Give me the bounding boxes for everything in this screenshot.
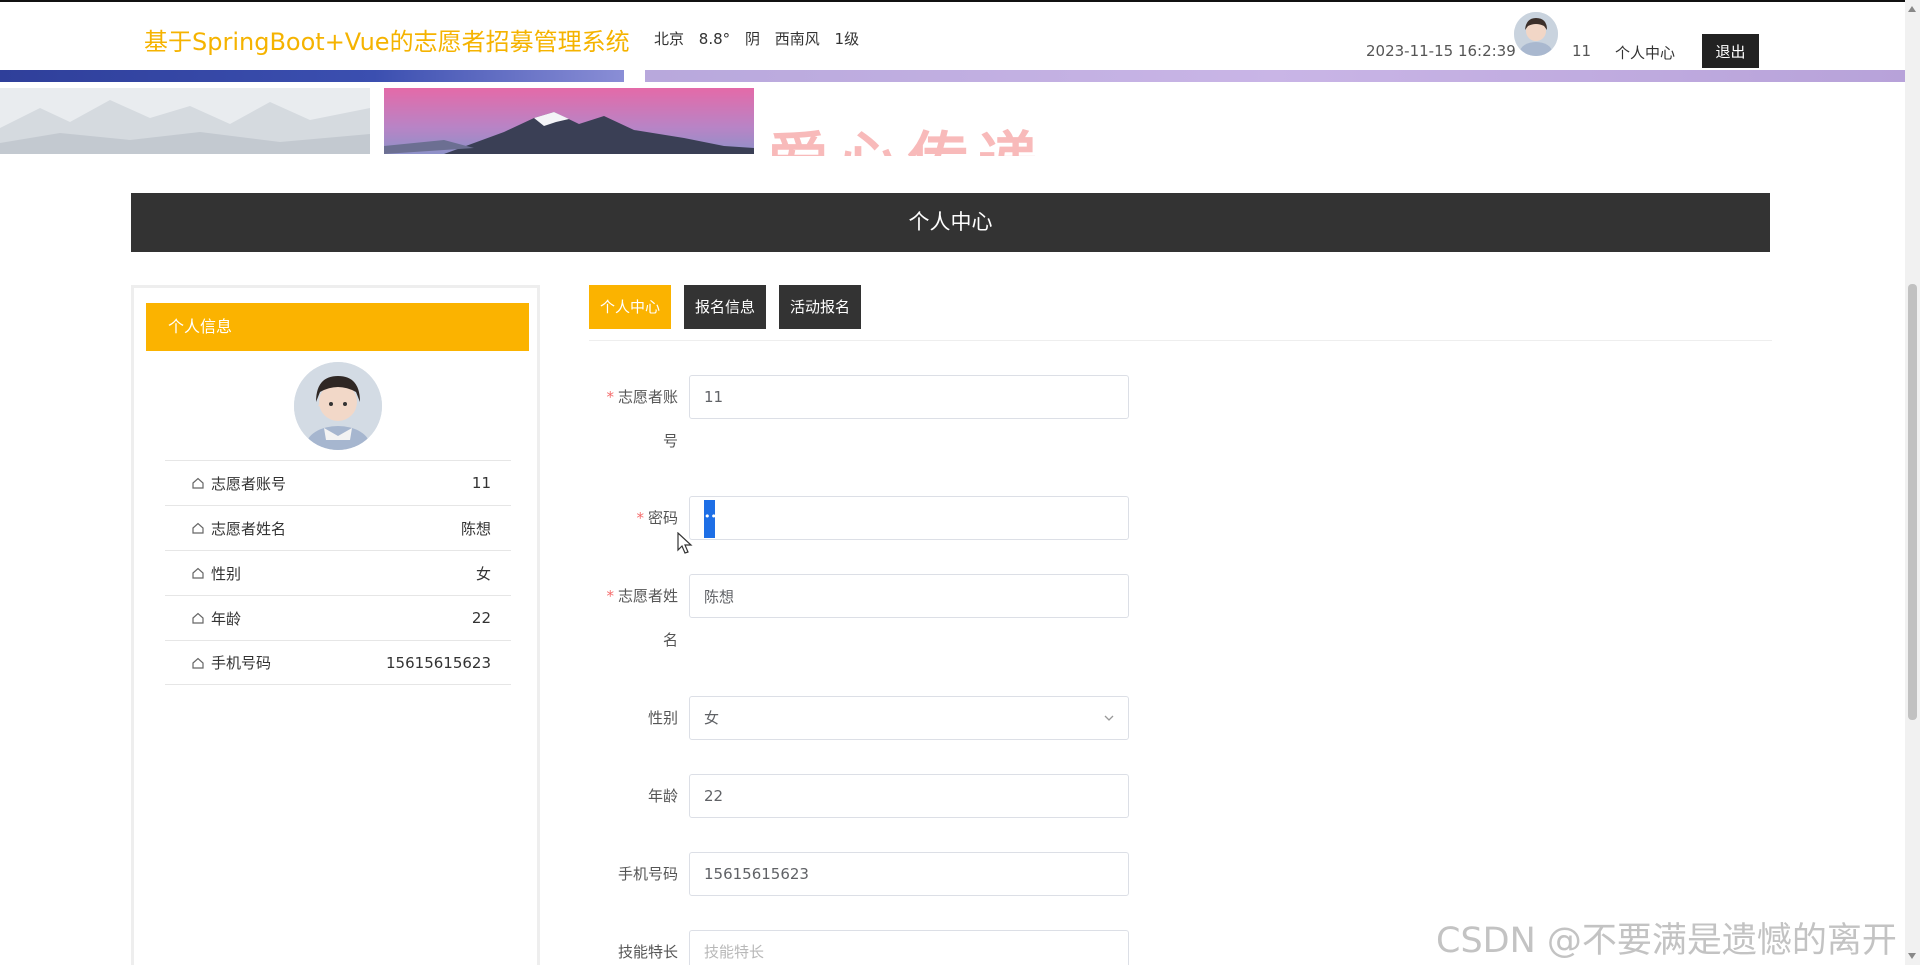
skills-label: 技能特长 [617, 943, 678, 961]
chevron-down-icon [1104, 715, 1114, 721]
age-label: 年龄 [647, 787, 678, 805]
profile-avatar-image [294, 362, 382, 450]
account-label: * 志愿者账 [568, 375, 678, 419]
weather-condition: 阴 [744, 30, 760, 48]
weather-city: 北京 [654, 30, 685, 48]
account-label-line2: 号 [662, 432, 678, 450]
info-value-name: 陈想 [460, 519, 491, 538]
name-label: * 志愿者姓 [568, 574, 678, 618]
info-value-gender: 女 [475, 564, 491, 583]
weather-widget: 北京 8.8° 阴 西南风 1级 [654, 28, 869, 49]
avatar-image [1514, 12, 1558, 56]
required-mark: * [636, 509, 644, 527]
scroll-up-arrow-icon[interactable] [1908, 6, 1916, 12]
banner: 爱心传递 [0, 84, 1905, 156]
required-mark: * [606, 587, 614, 605]
info-row-gender: 性别 女 [165, 550, 511, 595]
profile-panel: 个人信息 志愿者账号 11 志愿者姓名 陈想 性别 女 年龄 22 手机号码 1… [131, 285, 540, 965]
gender-select[interactable]: 女 [689, 696, 1129, 740]
info-label-name-text: 志愿者姓名 [211, 519, 287, 538]
info-label-phone-text: 手机号码 [211, 654, 272, 672]
info-row-phone: 手机号码 15615615623 [165, 640, 511, 685]
gender-label: 性别 [647, 709, 678, 727]
banner-image-pink-mountain [384, 88, 754, 154]
weather-level: 1级 [834, 30, 860, 48]
password-label: * 密码 [568, 496, 678, 540]
site-title[interactable]: 基于SpringBoot+Vue的志愿者招募管理系统 [144, 22, 630, 57]
profile-avatar [294, 362, 382, 450]
home-icon [192, 612, 204, 624]
info-label-age: 年龄 [191, 608, 241, 629]
weather-wind: 西南风 [774, 30, 820, 48]
section-title: 个人中心 [131, 193, 1770, 252]
personal-center-link[interactable]: 个人中心 [1615, 42, 1675, 63]
scrollbar-thumb[interactable] [1908, 284, 1917, 720]
profile-info-list: 志愿者账号 11 志愿者姓名 陈想 性别 女 年龄 22 手机号码 156156… [165, 460, 511, 685]
scroll-down-arrow-icon[interactable] [1908, 953, 1916, 959]
home-icon [192, 522, 204, 534]
name-label-text: 志愿者姓 [617, 587, 678, 605]
password-selection: •• [704, 500, 717, 538]
name-input[interactable] [689, 574, 1129, 618]
home-icon [192, 477, 204, 489]
account-input[interactable] [689, 375, 1129, 419]
weather-temperature: 8.8° [698, 30, 731, 48]
phone-input[interactable] [689, 852, 1129, 896]
home-icon [192, 657, 204, 669]
info-label-account-text: 志愿者账号 [211, 474, 287, 493]
vertical-scrollbar[interactable] [1905, 0, 1920, 965]
info-label-age-text: 年龄 [211, 609, 242, 628]
info-label-name: 志愿者姓名 [191, 518, 286, 539]
account-label-text: 志愿者账 [617, 388, 678, 406]
info-label-phone: 手机号码 [191, 652, 271, 673]
info-row-name: 志愿者姓名 陈想 [165, 505, 511, 550]
banner-slogan: 爱心传递 [768, 112, 1048, 156]
tab-activity-signup[interactable]: 活动报名 [779, 285, 862, 329]
username: 11 [1572, 42, 1592, 60]
mouse-pointer-icon [677, 532, 693, 554]
header: 基于SpringBoot+Vue的志愿者招募管理系统 北京 8.8° 阴 西南风… [0, 2, 1905, 70]
info-value-phone: 15615615623 [386, 653, 491, 672]
current-datetime: 2023-11-15 16:2:39 [1366, 42, 1516, 60]
name-label-line2: 名 [662, 631, 678, 649]
skills-input[interactable] [689, 930, 1129, 965]
info-value-account: 11 [471, 474, 491, 492]
info-label-account: 志愿者账号 [191, 473, 286, 494]
home-icon [192, 567, 204, 579]
logout-button[interactable]: 退出 [1702, 34, 1759, 68]
page: 基于SpringBoot+Vue的志愿者招募管理系统 北京 8.8° 阴 西南风… [0, 0, 1920, 965]
required-mark: * [606, 388, 614, 406]
user-avatar[interactable] [1514, 12, 1558, 56]
info-row-age: 年龄 22 [165, 595, 511, 640]
banner-image-snow-mountains [0, 88, 370, 154]
banner-strip-left [0, 70, 624, 82]
info-label-gender-text: 性别 [211, 564, 242, 583]
tab-bar: 个人中心 报名信息 活动报名 [589, 285, 1772, 341]
tab-personal-center[interactable]: 个人中心 [589, 285, 672, 329]
gender-select-value: 女 [704, 709, 720, 727]
profile-panel-title: 个人信息 [146, 303, 529, 351]
banner-strip-right [645, 70, 1905, 82]
phone-label: 手机号码 [617, 865, 678, 883]
info-label-gender: 性别 [191, 563, 241, 584]
info-row-account: 志愿者账号 11 [165, 460, 511, 505]
tab-signup-info[interactable]: 报名信息 [684, 285, 767, 329]
age-input[interactable] [689, 774, 1129, 818]
password-input[interactable]: •• [689, 496, 1129, 540]
info-value-age: 22 [471, 609, 491, 627]
watermark: CSDN @不要满是遗憾的离开 [1436, 921, 1897, 961]
password-label-text: 密码 [647, 509, 678, 527]
